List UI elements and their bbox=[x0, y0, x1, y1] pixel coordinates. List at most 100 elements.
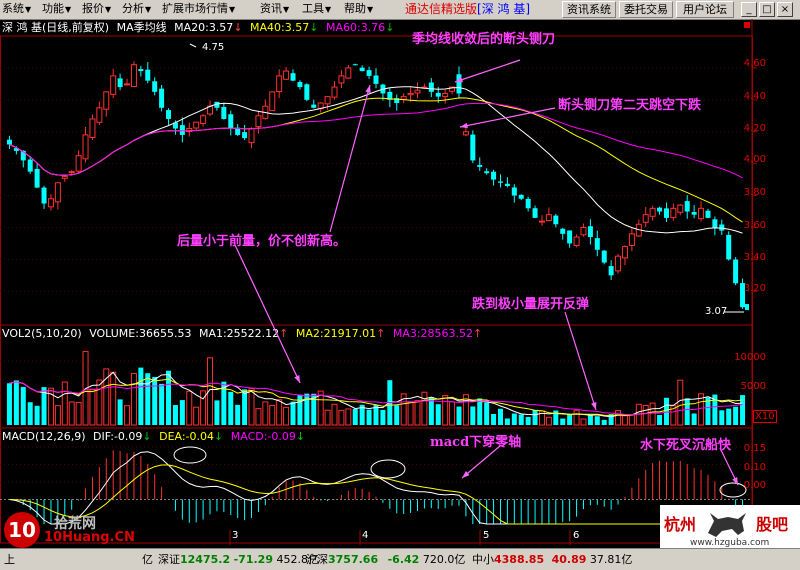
volume-bar bbox=[663, 397, 669, 425]
candle-body bbox=[242, 132, 248, 139]
volume-bar bbox=[20, 386, 26, 425]
candle-body bbox=[491, 171, 497, 180]
date-tick: 3 bbox=[232, 530, 239, 541]
price-tick: 4.40 bbox=[743, 91, 766, 102]
volume-bar bbox=[110, 371, 117, 426]
forum-button[interactable]: 用户论坛 bbox=[676, 1, 734, 18]
volume-bar bbox=[338, 409, 345, 426]
menu-tools[interactable]: 工具▼ bbox=[300, 1, 333, 17]
candle-body bbox=[538, 220, 545, 223]
sz-index[interactable]: 深证12475.2 -71.29 452.8亿 bbox=[158, 552, 319, 567]
stock-tab[interactable]: [深 鸿 基] bbox=[477, 2, 530, 16]
candle-body bbox=[733, 259, 739, 284]
trade-button[interactable]: 委托交易 bbox=[619, 1, 673, 18]
menu-help[interactable]: 帮助▼ bbox=[342, 1, 375, 17]
last-price-marker bbox=[745, 304, 749, 311]
candle-body bbox=[525, 198, 531, 209]
candle-body bbox=[54, 182, 61, 203]
date-tick: 6 bbox=[573, 530, 580, 541]
bull-icon bbox=[708, 513, 746, 537]
volume-bar bbox=[228, 391, 234, 425]
volume-bar bbox=[484, 402, 490, 425]
info-system-button[interactable]: 资讯系统 bbox=[562, 1, 616, 18]
candle-body bbox=[179, 125, 185, 135]
annotation-volume-divergence: 后量小于前量，价不创新高。 bbox=[177, 234, 347, 249]
macd-tick: 0.10 bbox=[743, 462, 766, 473]
volume-bar bbox=[159, 383, 165, 425]
candle-body bbox=[649, 207, 656, 217]
menu-function[interactable]: 功能▼ bbox=[40, 1, 73, 17]
candle-body bbox=[345, 67, 352, 79]
candle-body bbox=[255, 115, 262, 128]
watermark-right-url: www.hzguba.com bbox=[690, 538, 770, 548]
candle-body bbox=[573, 236, 580, 247]
menu-ext-market[interactable]: 扩展市场行情▼ bbox=[160, 1, 237, 17]
watermark-url: 10Huang.CN bbox=[44, 530, 135, 545]
annotation-rebound: 跌到极小量展开反弹 bbox=[472, 297, 590, 312]
low-price-mark: 3.07 bbox=[705, 306, 728, 317]
candle-body bbox=[428, 82, 434, 92]
candle-body bbox=[621, 246, 628, 259]
candle-body bbox=[628, 233, 635, 246]
volume-bar bbox=[27, 402, 33, 425]
candle-body bbox=[691, 211, 697, 215]
sh-index-label[interactable]: 上 bbox=[4, 552, 15, 567]
volume-bar bbox=[34, 405, 40, 425]
candle-body bbox=[145, 69, 151, 81]
price-tick: 3.60 bbox=[743, 220, 766, 231]
volume-bar bbox=[193, 406, 200, 426]
ma40-line bbox=[9, 97, 743, 223]
menu-info[interactable]: 资讯▼ bbox=[258, 1, 291, 17]
candle-body bbox=[518, 194, 524, 199]
volume-bar bbox=[179, 400, 185, 425]
high-mark-arrow bbox=[189, 43, 197, 48]
hs-index[interactable]: 沪深3757.66 -6.42 720.0亿 bbox=[306, 552, 465, 567]
candle-body bbox=[27, 159, 33, 172]
volume-bar bbox=[172, 405, 178, 425]
candle-body bbox=[484, 171, 490, 174]
volume-bar bbox=[442, 395, 449, 426]
price-tick: 4.00 bbox=[743, 154, 766, 165]
zx-index[interactable]: 中小4388.85 40.89 37.81亿 bbox=[472, 552, 632, 567]
volume-bar bbox=[532, 409, 538, 425]
maximize-icon[interactable]: □ bbox=[759, 2, 775, 17]
candle-body bbox=[124, 83, 131, 86]
volume-bar bbox=[504, 418, 510, 425]
arrow-death-cross-head bbox=[732, 477, 738, 485]
menu-analysis[interactable]: 分析▼ bbox=[120, 1, 153, 17]
volume-bar bbox=[324, 409, 331, 426]
volume-bar bbox=[61, 381, 68, 426]
volume-bar bbox=[297, 394, 303, 425]
watermark-right: 杭州 股吧 www.hzguba.com bbox=[660, 505, 800, 550]
close-icon[interactable]: × bbox=[777, 2, 793, 17]
candle-body bbox=[442, 92, 449, 98]
candle-body bbox=[601, 250, 607, 263]
volume-bar bbox=[214, 400, 220, 425]
volume-bar bbox=[740, 395, 746, 425]
candle-body bbox=[373, 75, 379, 84]
arrow-guillotine bbox=[454, 59, 521, 83]
arrow-gap-down-head bbox=[460, 122, 468, 129]
candle-body bbox=[130, 64, 137, 88]
volume-bar bbox=[719, 410, 725, 425]
candle-body bbox=[677, 204, 684, 213]
volume-bar bbox=[525, 417, 531, 425]
minimize-icon[interactable]: _ bbox=[741, 2, 757, 17]
candle-body bbox=[553, 215, 559, 225]
candle-body bbox=[608, 266, 614, 276]
volume-bar bbox=[248, 388, 255, 426]
candle-body bbox=[34, 168, 40, 188]
menu-system[interactable]: 系统▼ bbox=[0, 1, 33, 17]
candle-body bbox=[228, 114, 234, 129]
candle-body bbox=[366, 70, 372, 76]
candle-body bbox=[359, 67, 365, 72]
candle-body bbox=[75, 155, 82, 172]
volume-bar bbox=[726, 408, 732, 425]
volume-bar bbox=[96, 379, 103, 426]
price-tick: 3.80 bbox=[743, 187, 766, 198]
vol-tick: 5000 bbox=[740, 381, 766, 392]
menu-quote[interactable]: 报价▼ bbox=[80, 1, 113, 17]
volume-bar bbox=[89, 388, 96, 426]
candle-body bbox=[193, 121, 200, 129]
date-tick: 5 bbox=[483, 530, 490, 541]
